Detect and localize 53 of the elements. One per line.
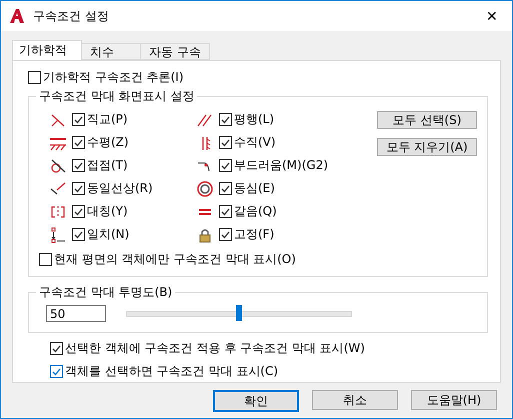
dialog-button[interactable]: 확인 (213, 390, 299, 412)
tab[interactable]: 자동 구속 (140, 43, 210, 60)
checkbox[interactable] (39, 253, 52, 266)
tab[interactable]: 치수 (81, 43, 141, 60)
checkbox-label: 대칭(Y) (87, 203, 128, 220)
checkbox[interactable] (72, 182, 85, 195)
checkbox-label: 동심(E) (234, 180, 275, 197)
app-logo-icon (9, 8, 25, 24)
checkbox-label: 동일선상(R) (87, 180, 153, 197)
dialog-button[interactable]: 취소 (312, 390, 398, 410)
slider-thumb[interactable] (236, 304, 242, 320)
checkbox[interactable] (28, 71, 41, 84)
close-button[interactable]: ✕ (472, 1, 512, 31)
tangent-icon (49, 158, 67, 174)
collinear-icon (49, 180, 67, 196)
checkbox-label: 일치(N) (87, 226, 130, 243)
checkbox-label: 수직(V) (234, 134, 276, 151)
checkbox-label: 같음(Q) (234, 203, 277, 220)
transparency-field[interactable]: 50 (46, 305, 106, 322)
checkbox[interactable] (219, 228, 232, 241)
checkbox[interactable] (72, 228, 85, 241)
checkbox-label: 고정(F) (234, 226, 274, 243)
checkbox-label: 현재 평면의 객체에만 구속조건 막대 표시(O) (54, 251, 296, 268)
checkbox-label: 선택한 객체에 구속조건 적용 후 구속조건 막대 표시(W) (65, 340, 365, 357)
checkbox[interactable] (72, 136, 85, 149)
dialog-button[interactable]: 도움말(H) (411, 390, 497, 410)
group-title: 구속조건 막대 화면표시 설정 (36, 88, 198, 105)
window-title: 구속조건 설정 (33, 8, 110, 24)
tab[interactable]: 기하학적 (12, 40, 82, 60)
checkbox[interactable] (219, 136, 232, 149)
select-button[interactable]: 모두 선택(S) (377, 111, 477, 129)
select-button[interactable]: 모두 지우기(A) (377, 138, 477, 156)
coincident-icon (49, 226, 67, 242)
checkbox-label: 부드러움(M)(G2) (234, 157, 328, 174)
checkbox-label: 평행(L) (234, 111, 274, 128)
checkbox-label: 직교(P) (87, 111, 128, 128)
checkbox[interactable] (72, 113, 85, 126)
concentric-icon (196, 180, 214, 196)
checkbox[interactable] (219, 205, 232, 218)
checkbox[interactable] (219, 113, 232, 126)
checkbox-label: 접점(T) (87, 157, 128, 174)
symmetric-icon (49, 204, 67, 220)
checkbox[interactable] (219, 159, 232, 172)
checkbox-label: 수평(Z) (87, 134, 129, 151)
checkbox-label: 기하학적 구속조건 추론(I) (43, 69, 184, 86)
group-title: 구속조건 막대 투명도(B) (36, 284, 176, 301)
checkbox[interactable] (72, 205, 85, 218)
checkbox[interactable] (72, 159, 85, 172)
checkbox-label: 객체를 선택하면 구속조건 막대 표시(C) (65, 363, 278, 380)
checkbox[interactable] (50, 342, 63, 355)
perpendicular-icon (49, 112, 67, 128)
checkbox[interactable] (50, 365, 63, 378)
checkbox[interactable] (219, 182, 232, 195)
